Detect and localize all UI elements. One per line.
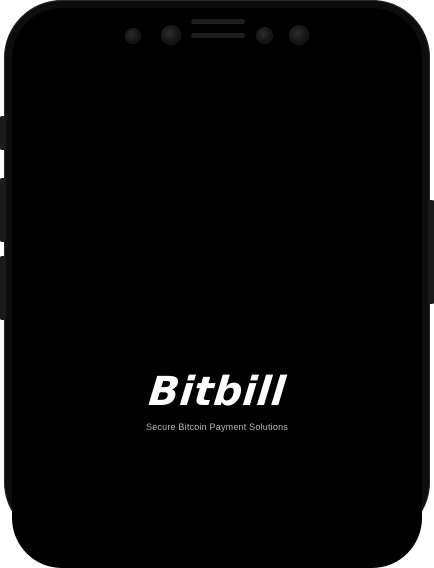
app-tagline: Secure Bitcoin Payment Solutions bbox=[146, 422, 288, 432]
mute-switch bbox=[0, 116, 6, 150]
phone-frame bbox=[4, 0, 430, 568]
ambient-sensor-icon bbox=[257, 28, 272, 43]
app-logo: Bitbill bbox=[146, 369, 288, 415]
front-camera-icon bbox=[162, 26, 180, 44]
notch bbox=[0, 0, 434, 60]
splash-screen bbox=[12, 8, 422, 568]
dot-projector-icon bbox=[290, 26, 308, 44]
brand-block: Bitbill Secure Bitcoin Payment Solutions bbox=[0, 368, 434, 432]
volume-down-button bbox=[0, 256, 6, 320]
speaker-grille bbox=[191, 19, 245, 24]
volume-up-button bbox=[0, 178, 6, 242]
proximity-sensor-icon bbox=[126, 29, 140, 43]
speaker-grille bbox=[191, 33, 245, 38]
power-button bbox=[428, 200, 434, 304]
